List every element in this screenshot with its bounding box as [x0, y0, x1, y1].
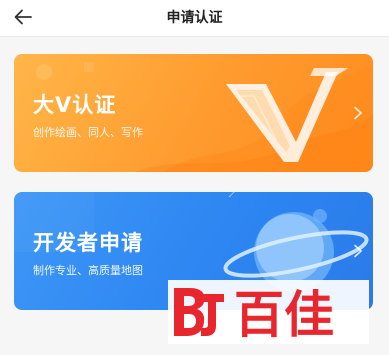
watermark-logo: 百佳 [168, 280, 369, 344]
top-bar: 申请认证 [0, 0, 389, 37]
card-subtitle: 制作专业、高质量地图 [33, 264, 143, 277]
card-title: 大V认证 [33, 93, 117, 117]
card-big-v-certification[interactable]: 大V认证 创作绘画、同人、写作 [14, 54, 373, 172]
card-title: 开发者申请 [33, 231, 143, 255]
chevron-right-icon [354, 106, 363, 120]
page-title: 申请认证 [166, 10, 223, 26]
chevron-right-icon [354, 244, 363, 258]
card-subtitle: 创作绘画、同人、写作 [33, 126, 143, 139]
watermark-text: 百佳 [234, 286, 334, 344]
